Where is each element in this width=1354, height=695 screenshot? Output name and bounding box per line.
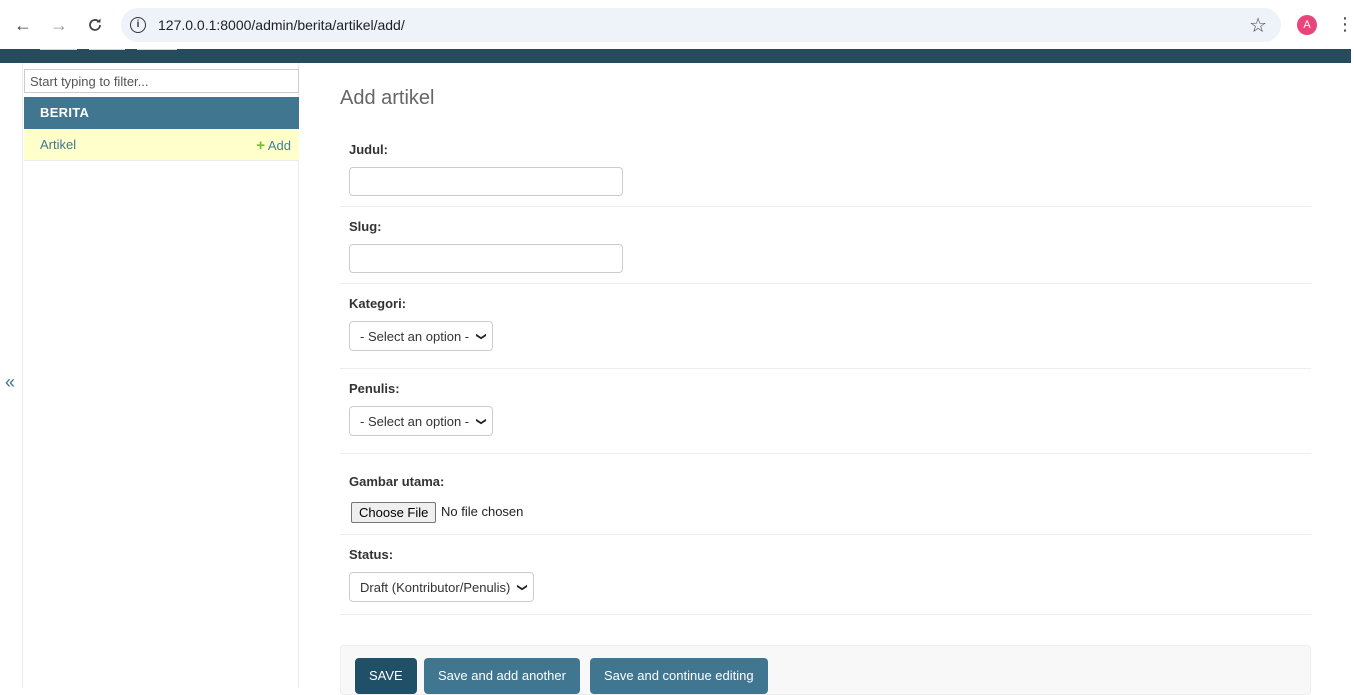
judul-input[interactable] — [349, 167, 623, 196]
gambar-utama-label: Gambar utama: — [349, 474, 445, 489]
sidebar-item-artikel-link[interactable]: Artikel — [40, 137, 76, 152]
slug-label: Slug: — [349, 219, 382, 234]
penulis-label: Penulis: — [349, 381, 400, 396]
kategori-selected-value: - Select an option - — [360, 328, 470, 344]
choose-file-button[interactable]: Choose File — [351, 502, 437, 523]
nav-sidebar: BERITA Artikel + Add — [22, 63, 299, 688]
sidebar-add-link[interactable]: + Add — [256, 137, 291, 154]
form-row-kategori: Kategori: - Select an option - ❯ — [340, 284, 1311, 369]
header-link-underline[interactable] — [137, 49, 177, 50]
penulis-select[interactable]: - Select an option - ❯ — [349, 406, 493, 436]
app-caption-berita[interactable]: BERITA — [24, 97, 299, 129]
save-button[interactable]: SAVE — [355, 658, 417, 694]
sidebar-item-artikel: Artikel + Add — [24, 129, 299, 161]
browser-menu-icon[interactable]: ⋮ — [1336, 13, 1354, 35]
sidebar-filter-input[interactable] — [24, 69, 299, 93]
url-text[interactable]: 127.0.0.1:8000/admin/berita/artikel/add/ — [158, 17, 405, 33]
chevron-down-icon: ❯ — [475, 331, 487, 341]
browser-toolbar: ← → i 127.0.0.1:8000/admin/berita/artike… — [0, 0, 1354, 49]
back-arrow-icon[interactable]: ← — [11, 13, 35, 37]
sidebar-collapse-toggle[interactable]: « — [5, 372, 15, 393]
form-row-slug: Slug: — [340, 207, 1311, 284]
kategori-label: Kategori: — [349, 296, 407, 311]
sidebar-add-label: Add — [267, 138, 291, 153]
header-link-underline[interactable] — [40, 49, 77, 50]
slug-input[interactable] — [349, 244, 623, 273]
form-row-gambar-utama: Gambar utama: Choose File No file chosen — [340, 454, 1311, 535]
forward-arrow-icon[interactable]: → — [47, 13, 71, 37]
header-link-underline[interactable] — [89, 49, 125, 50]
form-row-judul: Judul: — [340, 127, 1311, 207]
judul-label: Judul: — [349, 142, 388, 157]
bookmark-star-icon[interactable]: ☆ — [1249, 13, 1267, 38]
chevron-down-icon: ❯ — [516, 582, 528, 592]
admin-header — [0, 49, 1351, 63]
page-title: Add artikel — [340, 87, 435, 109]
plus-icon: + — [256, 137, 265, 154]
file-status-text: No file chosen — [441, 504, 524, 519]
site-info-icon[interactable]: i — [130, 17, 146, 33]
form-row-status: Status: Draft (Kontributor/Penulis) ❯ — [340, 535, 1311, 615]
save-and-continue-button[interactable]: Save and continue editing — [590, 658, 768, 694]
kategori-select[interactable]: - Select an option - ❯ — [349, 321, 493, 351]
form-row-penulis: Penulis: - Select an option - ❯ — [340, 369, 1311, 454]
save-and-add-another-button[interactable]: Save and add another — [424, 658, 580, 694]
penulis-selected-value: - Select an option - — [360, 413, 470, 429]
chevron-down-icon: ❯ — [475, 416, 487, 426]
address-bar[interactable]: i 127.0.0.1:8000/admin/berita/artikel/ad… — [121, 8, 1281, 42]
status-label: Status: — [349, 547, 394, 562]
status-select[interactable]: Draft (Kontributor/Penulis) ❯ — [349, 572, 534, 602]
reload-icon[interactable] — [83, 13, 107, 37]
status-selected-value: Draft (Kontributor/Penulis) — [360, 579, 511, 595]
profile-avatar[interactable]: A — [1297, 15, 1317, 35]
